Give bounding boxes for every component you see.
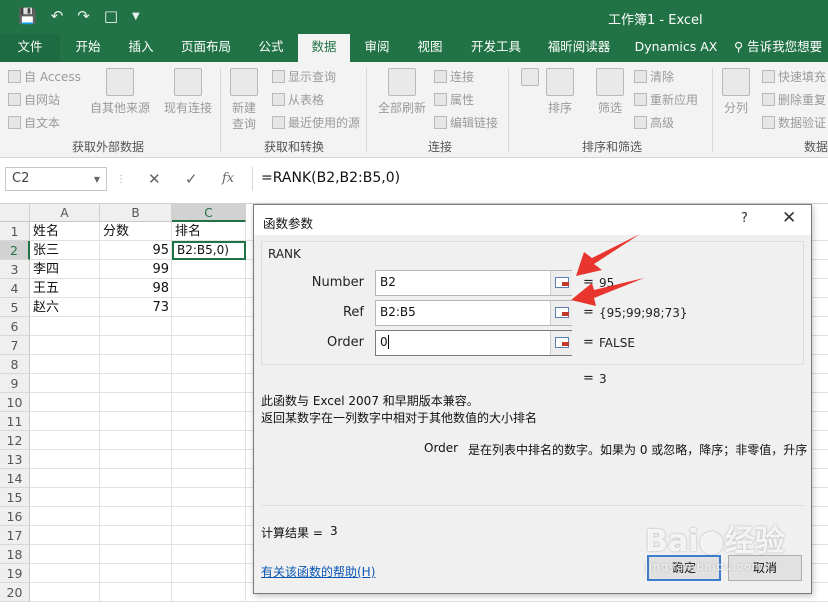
baidu-watermark-logo: Bai●经验 jingyan.baidu.com (645, 524, 785, 573)
red-arrow-number (576, 234, 640, 276)
red-arrow-ref (571, 278, 644, 306)
